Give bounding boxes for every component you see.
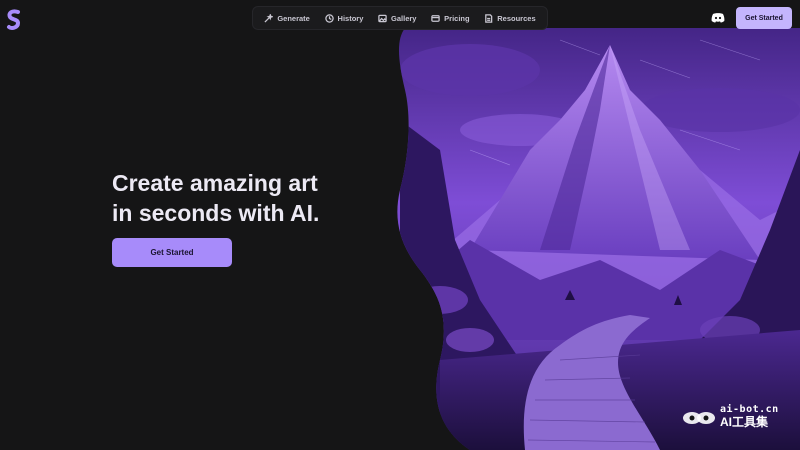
- pricing-icon: [431, 14, 440, 22]
- nav-generate[interactable]: Generate: [264, 13, 310, 23]
- nav-label-pricing: Pricing: [444, 13, 470, 23]
- watermark-logo-icon: [683, 412, 715, 424]
- image-icon: [378, 14, 387, 22]
- watermark-title: AI工具集: [720, 415, 769, 429]
- discord-icon[interactable]: [711, 12, 725, 23]
- nav-label-resources: Resources: [497, 13, 536, 23]
- magic-wand-icon: [264, 13, 274, 23]
- hero-headline-line2: in seconds with AI.: [112, 200, 320, 226]
- nav-resources[interactable]: Resources: [484, 13, 536, 23]
- nav-history[interactable]: History: [324, 13, 364, 23]
- nav-label-history: History: [337, 13, 364, 23]
- hero-headline-line1: Create amazing art: [112, 170, 318, 196]
- header-get-started-button[interactable]: Get Started: [736, 7, 792, 29]
- hero-get-started-button[interactable]: Get Started: [112, 238, 232, 267]
- hero-headline: Create amazing art in seconds with AI.: [112, 168, 372, 228]
- nav-gallery[interactable]: Gallery: [378, 14, 416, 23]
- nav-pricing[interactable]: Pricing: [431, 13, 470, 23]
- history-icon: [324, 13, 334, 23]
- main-nav: Generate History Gallery Pricing Resourc…: [252, 6, 548, 30]
- watermark: ai-bot.cn AI工具集: [682, 404, 779, 428]
- nav-label-gallery: Gallery: [391, 13, 417, 23]
- nav-label-generate: Generate: [277, 13, 310, 23]
- resources-icon: [485, 13, 493, 23]
